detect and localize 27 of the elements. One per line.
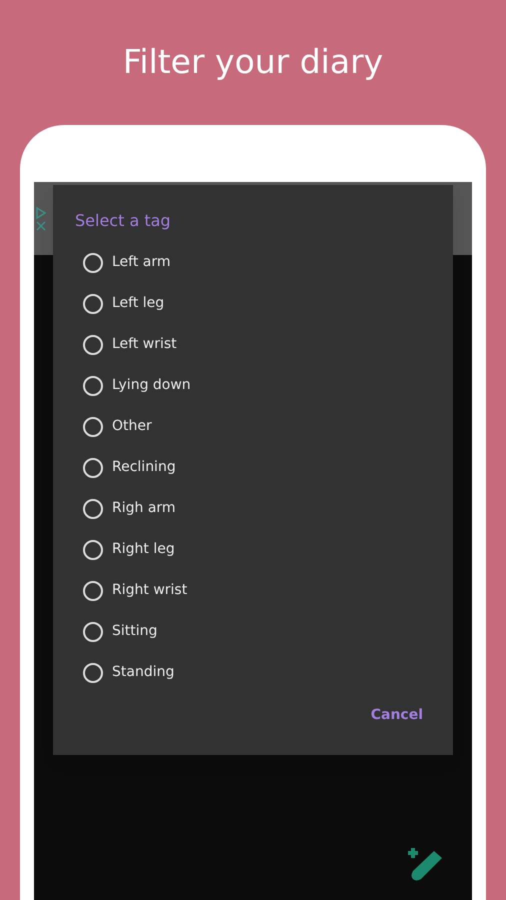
tag-option[interactable]: Left arm	[75, 242, 453, 283]
tag-option[interactable]: Lying down	[75, 365, 453, 406]
radio-button[interactable]	[83, 540, 103, 560]
tag-option[interactable]: Right wrist	[75, 570, 453, 611]
headline: Filter your diary	[122, 42, 384, 82]
radio-button[interactable]	[83, 580, 103, 600]
radio-button[interactable]	[83, 294, 103, 314]
tag-option[interactable]: Other	[75, 406, 453, 447]
tag-option[interactable]: Left leg	[75, 283, 453, 324]
radio-button[interactable]	[83, 458, 103, 478]
tag-option[interactable]: Right leg	[75, 529, 453, 570]
radio-button[interactable]	[83, 622, 103, 642]
cancel-button[interactable]: Cancel	[370, 705, 423, 726]
tag-option[interactable]: Righ arm	[75, 488, 453, 529]
radio-button[interactable]	[83, 662, 103, 682]
radio-button[interactable]	[83, 376, 103, 396]
radio-button[interactable]	[83, 334, 103, 354]
dialog-title: Select a tag	[75, 211, 172, 231]
radio-button[interactable]	[83, 252, 103, 272]
radio-button[interactable]	[83, 416, 103, 436]
tag-option[interactable]: Standing	[75, 652, 453, 693]
tag-option[interactable]: Sitting	[75, 611, 453, 652]
tag-option[interactable]: Left wrist	[75, 324, 453, 365]
radio-button[interactable]	[83, 498, 103, 518]
ad-choices-icon	[36, 206, 46, 232]
tag-option[interactable]: Reclining	[75, 447, 453, 488]
add-tag-icon[interactable]	[407, 846, 445, 882]
